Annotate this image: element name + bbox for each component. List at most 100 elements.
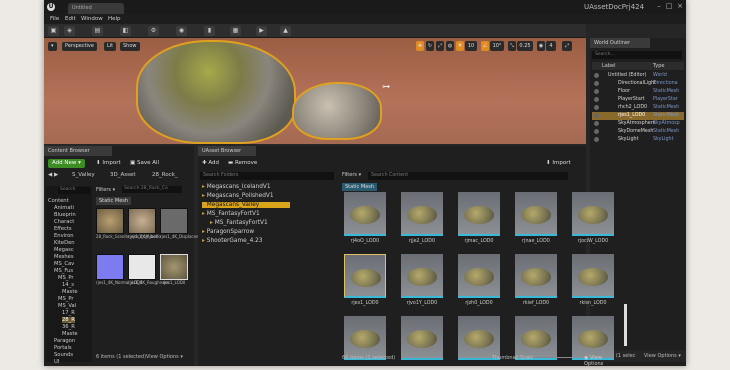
thumbnail-scale-slider[interactable] — [532, 357, 572, 358]
world-icon[interactable]: ◍ — [446, 41, 454, 51]
asset-tile[interactable]: rjes1_4K_Displacement — [160, 208, 207, 246]
tree-folder-item[interactable]: Megasc — [54, 247, 74, 253]
folder-item[interactable]: Megascans_Valley — [202, 202, 290, 208]
uasset-static-mesh-tag[interactable]: Static Mesh — [342, 183, 378, 191]
level-viewport[interactable]: ▾ Perspective Lit Show ⊶ ✥ ↻ ⤢ ◍ # 10 ∠ … — [44, 38, 586, 144]
tree-folder-item[interactable]: 36_R — [62, 324, 75, 330]
perspective-button[interactable]: Perspective — [62, 42, 97, 51]
visibility-eye-icon[interactable] — [594, 105, 599, 110]
tree-folder-item[interactable]: 14_s — [62, 282, 74, 288]
tree-folder-item[interactable]: MS_Val — [58, 303, 76, 309]
outliner-row[interactable]: PlayerStart PlayerStar — [592, 96, 684, 104]
add-new-button[interactable]: Add New ▾ — [48, 159, 85, 168]
tree-folder-item[interactable]: Maste — [62, 289, 78, 295]
menu-edit[interactable]: Edit — [65, 16, 76, 22]
breadcrumb-item[interactable]: 28_Rock_ — [152, 172, 178, 181]
folder-item[interactable]: MS_FantasyFortV1 — [210, 220, 268, 226]
label-column-header[interactable]: Label — [602, 63, 616, 69]
menu-file[interactable]: File — [50, 16, 59, 22]
save-icon[interactable]: ▣ — [48, 26, 59, 36]
search-folders-input[interactable]: Search Folders — [200, 172, 334, 180]
camera-speed-icon[interactable]: ◉ — [537, 41, 545, 51]
outliner-row[interactable]: SkyAtmosphere SkyAtmosp — [592, 120, 684, 128]
mesh-tile[interactable]: rjnae_LOD0 — [515, 192, 557, 254]
document-tab[interactable]: Untitled — [68, 3, 124, 14]
transform-gizmo-icon[interactable]: ⊶ — [382, 82, 402, 91]
tab-world-outliner[interactable]: World Outliner — [590, 38, 650, 48]
uasset-filters-button[interactable]: Filters ▾ — [342, 172, 368, 178]
scale-snap-icon[interactable]: ⤡ — [508, 41, 516, 51]
visibility-eye-icon[interactable] — [594, 129, 599, 134]
folder-search-input[interactable]: Search — [58, 187, 90, 194]
asset-tile[interactable]: rjes1_4K_Normal_LOD0 — [96, 254, 142, 292]
tree-folder-item[interactable]: 17_R — [62, 310, 75, 316]
visibility-eye-icon[interactable] — [594, 113, 599, 118]
tree-folder-item[interactable]: Meshes — [54, 254, 74, 260]
tree-folder-item[interactable]: Maste — [62, 331, 78, 337]
mesh-tile[interactable]: rjmac_LOD0 — [458, 192, 500, 254]
visibility-eye-icon[interactable] — [594, 89, 599, 94]
rotation-snap-icon[interactable]: ∠ — [481, 41, 489, 51]
outliner-row[interactable]: DirectionalLight Directiona — [592, 80, 684, 88]
back-icon[interactable]: ◀ ▶ — [48, 172, 58, 181]
outliner-view-options-button[interactable]: View Options ▾ — [644, 353, 681, 359]
content-icon[interactable]: ▤ — [92, 26, 103, 36]
grid-snap-value[interactable]: 10 — [465, 41, 477, 51]
build-icon[interactable]: ▦ — [230, 26, 241, 36]
tree-folder-item[interactable]: Blueprin — [54, 212, 76, 218]
tree-folder-item[interactable]: MS_Cav — [54, 261, 74, 267]
uasset-import-button[interactable]: ⬇ Import — [546, 159, 571, 168]
scale-snap-value[interactable]: 0.25 — [517, 41, 533, 51]
content-view-options-button[interactable]: View Options ▾ — [146, 354, 183, 360]
marketplace-icon[interactable]: ◧ — [120, 26, 131, 36]
search-content-input[interactable]: Search Content — [368, 172, 568, 180]
maximize-viewport-icon[interactable]: ⤢ — [562, 41, 572, 51]
play-icon[interactable]: ▶ — [256, 26, 267, 36]
tree-folder-item[interactable]: Effects — [54, 226, 72, 232]
maximize-icon[interactable]: □ — [664, 2, 674, 11]
tree-folder-item[interactable]: Environ — [54, 233, 74, 239]
viewport-menu-icon[interactable]: ▾ — [48, 42, 57, 51]
filters-button[interactable]: Filters ▾ — [96, 187, 115, 193]
tree-folder-item[interactable]: Paragon — [54, 338, 75, 344]
breadcrumb-item[interactable]: S_Valley — [72, 172, 95, 181]
outliner-row-selected[interactable]: rjes1_LOD0 StaticMesh — [592, 112, 684, 120]
tree-folder-item[interactable]: Animati — [54, 205, 74, 211]
folder-item[interactable]: MS_FantasyFortV1 — [202, 211, 260, 217]
camera-speed-value[interactable]: 4 — [546, 41, 556, 51]
folder-item[interactable]: Megascans_IcelandV1 — [202, 184, 271, 190]
cinematics-icon[interactable]: ▮ — [204, 26, 215, 36]
source-control-icon[interactable]: ◈ — [64, 26, 75, 36]
tree-folder-item[interactable]: Content — [48, 198, 69, 204]
tab-content-browser[interactable]: Content Browser — [44, 146, 112, 156]
breadcrumb-item[interactable]: 3D_Asset — [110, 172, 136, 181]
scrollbar[interactable] — [624, 304, 627, 346]
tree-folder-item[interactable]: Charact — [54, 219, 74, 225]
rock-mesh[interactable] — [292, 82, 382, 140]
folder-item[interactable]: Megascans_PolishedV1 — [202, 193, 274, 199]
menu-help[interactable]: Help — [108, 16, 121, 22]
visibility-eye-icon[interactable] — [594, 81, 599, 86]
outliner-row[interactable]: SkyLight SkyLight — [592, 136, 684, 144]
asset-tile[interactable]: 28_Rock_Granite_rjes1_4K_ord — [96, 208, 157, 246]
lit-button[interactable]: Lit — [104, 42, 117, 51]
tree-folder-item[interactable]: Sounds — [54, 352, 73, 358]
asset-tile[interactable]: rjes1_4K_Albedo — [128, 208, 161, 246]
tree-folder-item[interactable]: MS_Pr — [58, 275, 74, 281]
visibility-eye-icon[interactable] — [594, 97, 599, 102]
mesh-tile[interactable]: rj4oO_LOD0 — [344, 192, 386, 254]
mesh-tile[interactable]: rkief_LOD0 — [515, 254, 557, 316]
mesh-tile[interactable]: rkisn_LOD0 — [572, 254, 614, 316]
asset-search-input[interactable]: Search 28_Rock_Ca — [122, 186, 182, 193]
visibility-eye-icon[interactable] — [594, 121, 599, 126]
scale-icon[interactable]: ⤢ — [436, 41, 444, 51]
settings-icon[interactable]: ⚙ — [148, 26, 159, 36]
tree-folder-item[interactable]: 28_R — [62, 317, 75, 323]
mesh-tile[interactable]: rjes1_LOD0 — [344, 254, 386, 316]
outliner-row[interactable]: Floor StaticMesh — [592, 88, 684, 96]
mesh-tile[interactable]: rjje2_LOD0 — [401, 192, 443, 254]
tree-folder-item[interactable]: MS_Fus — [54, 268, 73, 274]
close-icon[interactable]: × — [675, 2, 685, 11]
visibility-eye-icon[interactable] — [594, 73, 599, 78]
rotate-icon[interactable]: ↻ — [426, 41, 434, 51]
